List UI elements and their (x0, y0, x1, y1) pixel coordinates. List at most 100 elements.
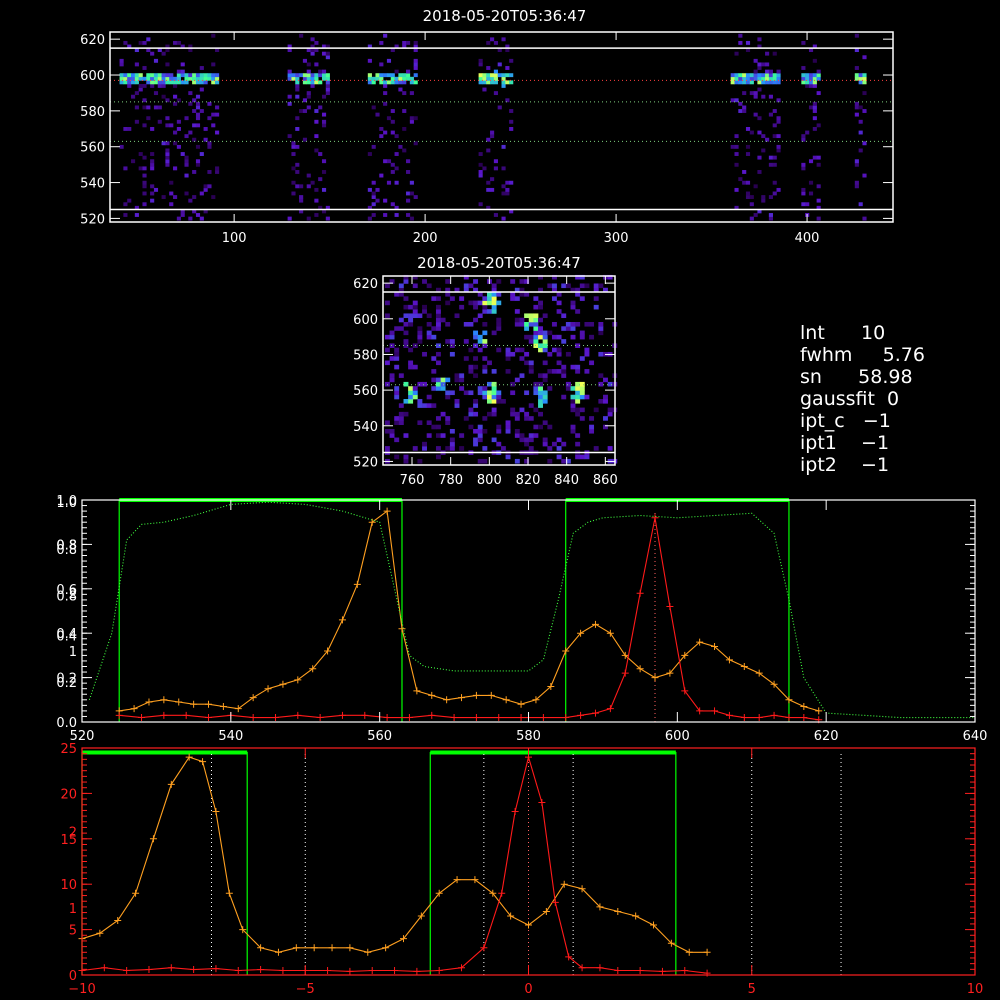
heatmap-cell (805, 76, 810, 81)
heatmap-cell (131, 94, 136, 99)
heatmap-cell (318, 69, 323, 74)
heatmap-cell (801, 166, 806, 171)
data-point-red (666, 603, 674, 611)
heatmap-cell (854, 105, 859, 110)
x-tick-label: 800 (477, 473, 502, 488)
heatmap-cell (514, 347, 520, 353)
heatmap-cell (579, 394, 585, 400)
heatmap-cell (570, 304, 576, 310)
heatmap-cell (593, 296, 599, 301)
heatmap-cell (509, 180, 514, 185)
heatmap-cell (542, 330, 548, 336)
heatmap-cell (188, 73, 193, 78)
heatmap-cell (445, 416, 451, 421)
heatmap-cell (749, 216, 754, 221)
heatmap-cell (486, 40, 491, 45)
heatmap-cell (435, 360, 441, 366)
heatmap-cell (211, 112, 216, 117)
heatmap-cell (426, 283, 432, 289)
heatmap-cell (371, 80, 376, 85)
heatmap-cell (321, 159, 327, 164)
y-tick-label: 560 (353, 384, 378, 399)
heatmap-cell (547, 446, 553, 451)
x-tick-label: 200 (413, 231, 438, 246)
heatmap-cell (379, 80, 384, 85)
heatmap-cell (501, 216, 506, 221)
heatmap-cell (150, 198, 155, 203)
heatmap-cell (161, 195, 166, 199)
heatmap-cell (579, 296, 585, 301)
heatmap-cell (486, 187, 491, 192)
heatmap-cell (176, 69, 181, 74)
heatmap-cell (603, 377, 608, 383)
heatmap-cell (195, 94, 201, 99)
heatmap-cell (575, 411, 581, 417)
heatmap-cell (805, 80, 810, 85)
heatmap-cell (431, 386, 437, 391)
heatmap-cell (858, 202, 863, 207)
heatmap-cell (123, 80, 128, 85)
heatmap-cell (490, 177, 495, 182)
heatmap-cell (371, 191, 376, 196)
data-point-red (498, 889, 506, 897)
heatmap-cell (454, 313, 460, 319)
heatmap-cell (538, 347, 543, 353)
heatmap-cell (184, 116, 189, 121)
heatmap-cell (123, 213, 128, 217)
heatmap-cell (801, 134, 806, 139)
heatmap-cell (176, 40, 181, 45)
x-tick-label: 300 (604, 231, 629, 246)
heatmap-cell (738, 101, 743, 106)
heatmap-cell (310, 37, 315, 42)
data-point-red (294, 711, 302, 719)
heatmap-cell (734, 187, 739, 192)
data-point-orange (560, 880, 568, 888)
heatmap-cell (524, 313, 530, 319)
heatmap-cell (776, 148, 781, 153)
heatmap-cell (287, 73, 292, 78)
heatmap-cell (161, 94, 166, 99)
heatmap-cell (386, 180, 392, 185)
heatmap-cell (207, 141, 212, 146)
heatmap-cell (473, 373, 479, 378)
heatmap-cell (519, 279, 525, 284)
y-tick-label: 0.0 (56, 716, 77, 731)
heatmap-cell (482, 339, 488, 344)
data-point-red (577, 711, 585, 719)
x-tick-label: −10 (68, 982, 95, 997)
heatmap-cell (412, 283, 418, 289)
heatmap-cell (138, 87, 143, 92)
heatmap-cell (173, 141, 178, 146)
heatmap-cell (533, 317, 539, 323)
heatmap-cell (379, 40, 384, 45)
heatmap-cell (203, 80, 208, 85)
heatmap-cell (749, 80, 754, 85)
heatmap-cell (295, 162, 300, 167)
heatmap-cell (291, 152, 296, 156)
heatmap-cell (207, 144, 212, 149)
heatmap-cell (203, 76, 208, 81)
heatmap-cell (413, 116, 418, 121)
heatmap-cell (153, 187, 159, 192)
heatmap-cell (477, 437, 483, 443)
data-point-red (383, 714, 391, 722)
heatmap-cell (150, 166, 155, 171)
heatmap-cell (402, 109, 407, 113)
heatmap-cell (398, 317, 404, 323)
heatmap-cell (394, 180, 399, 185)
heatmap-cell (801, 187, 806, 192)
heatmap-cell (816, 91, 821, 96)
heatmap-cell (403, 322, 409, 327)
heatmap-cell (482, 446, 488, 451)
data-point-red (539, 714, 547, 722)
heatmap-cell (812, 127, 817, 131)
heatmap-cell (491, 381, 497, 387)
heatmap-cell (119, 80, 124, 85)
heatmap-cell (386, 80, 392, 85)
heatmap-cell (150, 159, 155, 164)
heatmap-cell (435, 322, 441, 327)
heatmap-cell (477, 334, 483, 340)
heatmap-cell (542, 339, 548, 344)
heatmap-cell (440, 411, 446, 417)
heatmap-cell (384, 381, 390, 387)
